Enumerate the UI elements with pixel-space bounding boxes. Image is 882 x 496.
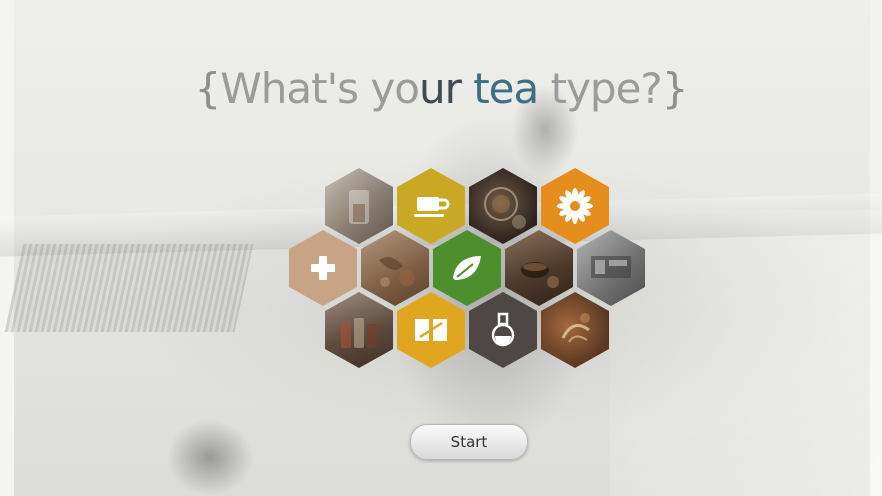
tile-tea-cup-photo[interactable] [505,230,573,306]
teapot-photo-icon [484,187,526,229]
tile-herbs-photo[interactable] [361,230,429,306]
book-icon [415,319,447,341]
reflection-wall [610,210,882,496]
tile-health[interactable] [289,230,357,306]
title-close-brace: } [661,64,689,113]
tile-tea-shop-photo[interactable] [577,230,645,306]
plus-icon [311,256,335,280]
tile-leaf[interactable] [433,230,501,306]
reflection-vent [4,244,254,332]
title-part5: type? [538,64,663,113]
tile-flask[interactable] [469,292,537,368]
tile-tea-glass-photo[interactable] [325,168,393,244]
flower-icon [557,188,593,224]
tile-jars-photo[interactable] [325,292,393,368]
tile-teapot-photo[interactable] [469,168,537,244]
tile-ginseng-photo[interactable] [541,292,609,368]
tea-glass-photo-icon [349,190,369,224]
flask-icon [491,312,515,347]
herbs-photo-icon [379,257,415,287]
reflection-small-person [150,400,270,496]
tile-book[interactable] [397,292,465,368]
page-title: {What's your tea type?} [0,64,882,113]
start-button[interactable]: Start [410,424,528,460]
tea-shop-photo-icon [591,256,631,278]
leaf-icon [453,256,481,280]
title-space [461,64,473,113]
ginseng-photo-icon [561,313,590,343]
tea-cup-photo-icon [521,262,559,288]
jars-photo-icon [341,318,377,348]
teacup-icon [414,197,450,217]
tea-type-screen: {What's your tea type?} Start [0,0,882,496]
title-tea-word: tea [473,64,539,113]
title-open-brace: { [194,64,222,113]
title-part1: What's yo [220,64,420,113]
title-part2: ur [418,64,462,113]
tile-teacup[interactable] [397,168,465,244]
tile-flower[interactable] [541,168,609,244]
